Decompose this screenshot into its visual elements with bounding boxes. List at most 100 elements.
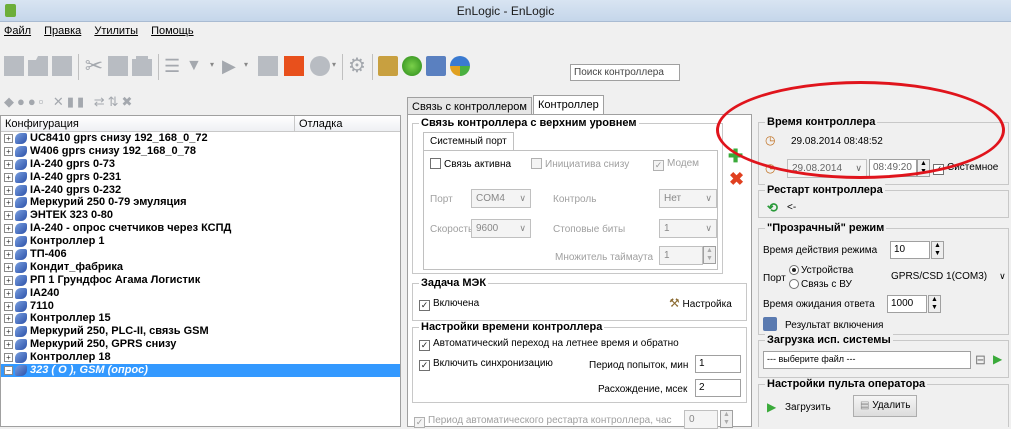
save-icon[interactable] (52, 56, 72, 76)
sync-checkbox[interactable]: ✓ (419, 360, 430, 371)
expand-icon[interactable]: + (4, 288, 13, 298)
open-icon[interactable] (28, 56, 48, 76)
cart-icon[interactable]: ⊟ (975, 352, 986, 368)
tree-item[interactable]: + UC8410 gprs снизу 192_168_0_72 (1, 132, 400, 145)
record-dropdown-icon[interactable]: ▾ (332, 60, 336, 69)
set-clock-icon[interactable]: ◷ (765, 161, 775, 175)
expand-icon[interactable]: + (4, 237, 13, 247)
menu-file[interactable]: Файл (0, 22, 36, 37)
wait-spinner[interactable]: ▲ ▼ (928, 295, 941, 313)
expand-icon[interactable]: + (4, 159, 13, 169)
tport-select[interactable]: GPRS/CSD 1(COM3) ∨ (891, 271, 1006, 282)
tab-controller[interactable]: Контроллер (533, 95, 604, 116)
tree-item[interactable]: + Меркурий 250 0-79 эмуляция (1, 196, 400, 209)
expand-icon[interactable]: + (4, 185, 13, 195)
restart-back[interactable]: <- (787, 202, 796, 213)
expand-icon[interactable]: − (4, 366, 13, 376)
restart-icon[interactable]: ⟲ (767, 200, 778, 216)
expand-icon[interactable]: + (4, 146, 13, 156)
expand-icon[interactable]: + (4, 327, 13, 337)
date-select[interactable]: 29.08.2014 ∨ (787, 159, 867, 178)
expand-icon[interactable]: + (4, 353, 13, 363)
tab-link[interactable]: Связь с контроллером (407, 97, 532, 115)
tree-item[interactable]: +7110 (1, 300, 400, 313)
expand-icon[interactable]: + (4, 250, 13, 260)
tree-item[interactable]: − 323 ( О ), GSM (опрос) (1, 364, 400, 377)
devices-radio[interactable] (789, 265, 799, 275)
mek-settings-link[interactable]: ⚒ Настройка (669, 296, 732, 310)
expand-icon[interactable]: + (4, 211, 13, 221)
play-icon[interactable]: ▶ (222, 56, 242, 76)
delete-button[interactable]: ▤ Удалить (853, 395, 918, 417)
sort-dropdown-icon[interactable]: ▾ (210, 60, 214, 69)
tree-item[interactable]: + Контроллер 18 (1, 351, 400, 364)
tree-item[interactable]: + IA-240 gprs 0-73 (1, 158, 400, 171)
expand-icon[interactable]: + (4, 301, 13, 311)
remove-icon[interactable]: ✖ (729, 169, 744, 190)
tree-item[interactable]: + Меркурий 250, GPRS снизу (1, 338, 400, 351)
paste-icon[interactable] (132, 56, 152, 76)
expand-icon[interactable]: + (4, 262, 13, 272)
menu-utils[interactable]: Утилиты (89, 22, 143, 37)
sort-icon[interactable]: ▼ (186, 56, 206, 76)
search-input[interactable]: Поиск контроллера (570, 64, 680, 81)
tree-item[interactable]: + РП 1 Грундфос Агама Логистик (1, 274, 400, 287)
tree-rows: + UC8410 gprs снизу 192_168_0_72 + W406 gpr… (1, 132, 400, 377)
tree-item[interactable]: + IA-240 gprs 0-231 (1, 171, 400, 184)
duration-input[interactable]: 10 (890, 241, 930, 259)
add-icon[interactable]: ✚ (728, 146, 743, 167)
tree-item[interactable]: + Контроллер 1 (1, 235, 400, 248)
tree-item[interactable]: + W406 gprs снизу 192_168_0_78 (1, 145, 400, 158)
list-icon[interactable]: ☰ (164, 56, 184, 76)
config-icon[interactable] (378, 56, 398, 76)
expand-icon[interactable]: + (4, 340, 13, 350)
diff-input[interactable]: 2 (695, 379, 741, 397)
tree-item[interactable]: + Контроллер 15 (1, 312, 400, 325)
tree-item[interactable]: + ТП-406 (1, 248, 400, 261)
time-input[interactable]: 08:49:20 (869, 159, 917, 177)
tree-item[interactable]: + IA240 (1, 287, 400, 300)
mek-enabled-checkbox[interactable]: ✓ (419, 300, 430, 311)
play-dropdown-icon[interactable]: ▾ (244, 60, 248, 69)
subtab-system-port[interactable]: Системный порт (423, 132, 514, 150)
sysload-file-input[interactable]: --- выберите файл --- (763, 351, 971, 369)
tree-item[interactable]: + ЭНТЕК 323 0-80 (1, 209, 400, 222)
result-icon[interactable] (763, 317, 777, 331)
menu-help[interactable]: Помощь (146, 22, 199, 37)
load-arrow-icon[interactable]: ▶ (993, 352, 1002, 366)
tree-tool-icons[interactable]: ◆●●▫ ✕▮▮ ⇄⇅✖ (4, 94, 135, 110)
dst-checkbox[interactable]: ✓ (419, 340, 430, 351)
expand-icon[interactable]: + (4, 134, 13, 143)
tree-item[interactable]: + IA-240 - опрос счетчиков через КСПД (1, 222, 400, 235)
col-debug[interactable]: Отладка (299, 118, 342, 130)
tree-item[interactable]: + Кондит_фабрика (1, 261, 400, 274)
duration-spinner[interactable]: ▲ ▼ (931, 241, 944, 259)
expand-icon[interactable]: + (4, 314, 13, 324)
col-config[interactable]: Конфигурация (5, 118, 79, 130)
tree-header: Конфигурация Отладка (1, 116, 400, 132)
expand-icon[interactable]: + (4, 172, 13, 182)
time-spinner[interactable]: ▲ ▼ (917, 159, 930, 177)
menu-edit[interactable]: Правка (39, 22, 86, 37)
load-button[interactable]: Загрузить (785, 402, 831, 413)
stop-gray-icon[interactable] (258, 56, 278, 76)
expand-icon[interactable]: + (4, 224, 13, 234)
period-input[interactable]: 1 (695, 355, 741, 373)
system-time-checkbox[interactable]: ✓ (933, 164, 944, 175)
wait-input[interactable]: 1000 (887, 295, 927, 313)
tree-item[interactable]: + IA-240 gprs 0-232 (1, 184, 400, 197)
vu-radio[interactable] (789, 279, 799, 289)
copy-icon[interactable] (108, 56, 128, 76)
refresh-icon[interactable] (402, 56, 422, 76)
new-icon[interactable] (4, 56, 24, 76)
record-icon[interactable] (310, 56, 330, 76)
gear-icon[interactable]: ⚙ (348, 56, 368, 76)
expand-icon[interactable]: + (4, 275, 13, 285)
tree-item[interactable]: + Меркурий 250, PLC-II, связь GSM (1, 325, 400, 338)
stop-icon[interactable] (284, 56, 304, 76)
active-checkbox[interactable] (430, 158, 441, 169)
network-icon[interactable] (450, 56, 470, 76)
cut-icon[interactable]: ✂ (84, 55, 104, 77)
document-icon[interactable] (426, 56, 446, 76)
expand-icon[interactable]: + (4, 198, 13, 208)
